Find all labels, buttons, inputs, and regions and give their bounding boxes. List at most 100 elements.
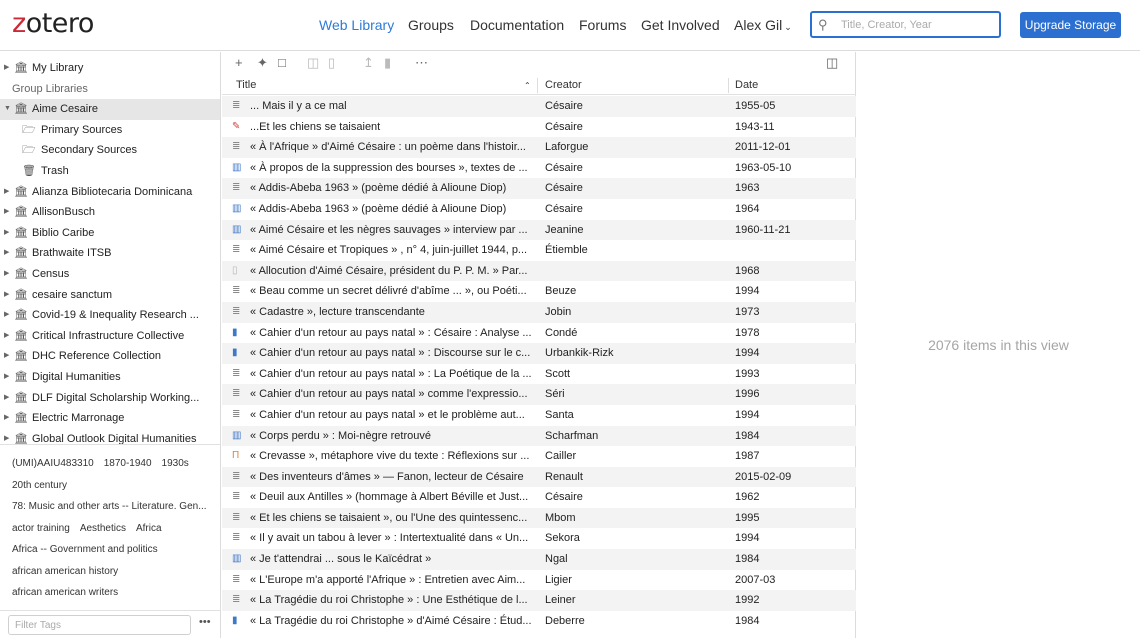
expand-arrow-icon[interactable]: ▶ bbox=[4, 243, 9, 264]
search-icon[interactable]: ⚲ bbox=[818, 17, 828, 33]
collection-group[interactable]: ▶ 🏛 Biblio Caribe bbox=[0, 223, 220, 244]
table-row[interactable]: ≣ « Beau comme un secret délivré d'abîme … bbox=[222, 281, 856, 302]
table-row[interactable]: ≣ « Cahier d'un retour au pays natal » co… bbox=[222, 384, 856, 405]
tag[interactable]: 20th century bbox=[12, 480, 67, 491]
collection-group[interactable]: ▶ 🏛 DLF Digital Scholarship Working... bbox=[0, 388, 220, 409]
column-divider[interactable] bbox=[537, 78, 538, 93]
expand-arrow-icon[interactable]: ▶ bbox=[4, 326, 9, 347]
column-picker-icon[interactable]: ◫ bbox=[826, 55, 838, 71]
table-row[interactable]: ≣ « Aimé Césaire et Tropiques » , n° 4, j… bbox=[222, 240, 856, 261]
tag[interactable]: actor training bbox=[12, 523, 70, 534]
table-row[interactable]: ▮ « Cahier d'un retour au pays natal » : … bbox=[222, 323, 856, 344]
new-note-icon[interactable]: □ bbox=[278, 55, 286, 70]
table-row[interactable]: ≣ « À l'Afrique » d'Aimé Césaire : un poè… bbox=[222, 137, 856, 158]
tag[interactable]: 1930s bbox=[162, 458, 189, 469]
collection-group[interactable]: ▶ 🏛 Digital Humanities bbox=[0, 367, 220, 388]
collection-tree[interactable]: ▶ 🏛 My Library Group Libraries ▼ 🏛 Aime … bbox=[0, 52, 220, 445]
tag[interactable]: (UMI)AAIU483310 bbox=[12, 458, 94, 469]
collection-group[interactable]: ▶ 🏛 DHC Reference Collection bbox=[0, 346, 220, 367]
column-date[interactable]: Date bbox=[735, 79, 758, 91]
expand-arrow-icon[interactable]: ▶ bbox=[4, 223, 9, 244]
table-row[interactable]: ≣ « Des inventeurs d'âmes » — Fanon, lect… bbox=[222, 466, 856, 488]
collection-group[interactable]: ▶ 🏛 Brathwaite ITSB bbox=[0, 243, 220, 264]
collection-group[interactable]: ▶ 🏛 Census bbox=[0, 264, 220, 285]
user-menu[interactable]: Alex Gil ⌄ bbox=[734, 17, 792, 33]
table-row[interactable]: ≣ « L'Europe m'a apporté l'Afrique » : En… bbox=[222, 570, 856, 591]
table-row[interactable]: ▥ « Corps perdu » : Moi-nègre retrouvé Sch… bbox=[222, 425, 856, 447]
table-row[interactable]: ≣ « Addis-Abeba 1963 » (poème dédié à Ali… bbox=[222, 178, 856, 199]
nav-web-library[interactable]: Web Library bbox=[319, 17, 394, 33]
upgrade-storage-button[interactable]: Upgrade Storage bbox=[1020, 12, 1121, 38]
library-bookshelf-icon[interactable]: ▮ bbox=[384, 55, 391, 71]
table-row[interactable]: ≣ « Et les chiens se taisaient », ou l'Un… bbox=[222, 507, 856, 529]
nav-get-involved[interactable]: Get Involved bbox=[641, 17, 720, 33]
table-row[interactable]: ▮ « Cahier d'un retour au pays natal » : … bbox=[222, 343, 856, 364]
export-icon[interactable]: ↥ bbox=[363, 55, 374, 71]
expand-arrow-icon[interactable]: ▶ bbox=[4, 388, 9, 409]
table-row[interactable]: ≣ « Deuil aux Antilles » (hommage à Alber… bbox=[222, 487, 856, 508]
table-row[interactable]: Π « Crevasse », métaphore vive du texte :… bbox=[222, 446, 856, 467]
table-row[interactable]: ≣ « La Tragédie du roi Christophe » : Une… bbox=[222, 590, 856, 611]
add-by-identifier-icon[interactable]: ✦ bbox=[257, 55, 268, 71]
expand-arrow-icon[interactable]: ▶ bbox=[4, 305, 9, 326]
column-creator[interactable]: Creator bbox=[545, 79, 582, 91]
new-item-icon[interactable]: + bbox=[235, 55, 243, 70]
expand-arrow-icon[interactable]: ▶ bbox=[4, 285, 9, 306]
collection-group[interactable]: ▶ 🏛 cesaire sanctum bbox=[0, 285, 220, 306]
expand-arrow-icon[interactable]: ▶ bbox=[4, 429, 9, 444]
more-actions-icon[interactable]: ⋯ bbox=[415, 55, 428, 71]
tag[interactable]: african american writers bbox=[12, 587, 118, 598]
column-title[interactable]: Title bbox=[236, 79, 256, 91]
collection-secondary-sources[interactable]: 🗁 Secondary Sources bbox=[0, 140, 220, 161]
table-row[interactable]: ✎ ...Et les chiens se taisaient Césaire 194… bbox=[222, 117, 856, 138]
filter-tags-input[interactable] bbox=[8, 615, 191, 635]
table-row[interactable]: ▥ « Addis-Abeba 1963 » (poème dédié à Ali… bbox=[222, 199, 856, 220]
collection-trash[interactable]: 🗑 Trash bbox=[0, 161, 220, 182]
add-to-collection-icon[interactable]: ◫ bbox=[307, 55, 319, 71]
column-divider[interactable] bbox=[728, 78, 729, 93]
sort-ascending-icon[interactable]: ⌃ bbox=[524, 81, 531, 90]
table-row[interactable]: ▥ « Aimé Césaire et les nègres sauvages »… bbox=[222, 219, 856, 241]
expand-arrow-icon[interactable]: ▶ bbox=[4, 182, 9, 203]
expand-arrow-icon[interactable]: ▶ bbox=[4, 367, 9, 388]
collection-my-library[interactable]: ▶ 🏛 My Library bbox=[0, 58, 220, 79]
collection-group[interactable]: ▶ 🏛 Alianza Bibliotecaria Dominicana bbox=[0, 182, 220, 203]
table-row[interactable]: ≣ « Cahier d'un retour au pays natal » et… bbox=[222, 405, 856, 426]
collection-group[interactable]: ▶ 🏛 AllisonBusch bbox=[0, 202, 220, 223]
items-list[interactable]: ≣ ... Mais il y a ce mal Césaire 1955-05 ✎..… bbox=[222, 96, 856, 638]
table-row[interactable]: ≣ « Cahier d'un retour au pays natal » : … bbox=[222, 364, 856, 385]
search-box[interactable]: ⚲ bbox=[810, 11, 1001, 38]
expand-arrow-icon[interactable]: ▶ bbox=[4, 58, 9, 79]
table-row[interactable]: ▯ « Allocution d'Aimé Césaire, président … bbox=[222, 260, 856, 282]
expand-arrow-icon[interactable]: ▶ bbox=[4, 346, 9, 367]
collapse-arrow-icon[interactable]: ▼ bbox=[4, 99, 11, 120]
collection-group[interactable]: ▶ 🏛 Global Outlook Digital Humanities bbox=[0, 429, 220, 444]
nav-groups[interactable]: Groups bbox=[408, 17, 454, 33]
expand-arrow-icon[interactable]: ▶ bbox=[4, 264, 9, 285]
collection-primary-sources[interactable]: 🗁 Primary Sources bbox=[0, 120, 220, 141]
table-row[interactable]: ≣ ... Mais il y a ce mal Césaire 1955-05 bbox=[222, 96, 856, 117]
table-row[interactable]: ≣ « Cadastre », lecture transcendante Jobi… bbox=[222, 301, 856, 323]
tag[interactable]: Africa bbox=[136, 523, 162, 534]
collection-group[interactable]: ▶ 🏛 Critical Infrastructure Collective bbox=[0, 326, 220, 347]
more-icon[interactable]: ••• bbox=[199, 616, 211, 628]
collection-aime-cesaire[interactable]: ▼ 🏛 Aime Cesaire bbox=[0, 99, 220, 120]
tag[interactable]: 1870-1940 bbox=[104, 458, 152, 469]
trash-icon[interactable]: ▯ bbox=[328, 55, 335, 71]
tag[interactable]: Africa -- Government and politics bbox=[12, 544, 158, 555]
nav-forums[interactable]: Forums bbox=[579, 17, 626, 33]
table-row[interactable]: ▥ « À propos de la suppression des bourse… bbox=[222, 158, 856, 179]
table-row[interactable]: ≣ « Il y avait un tabou à lever » : Inter… bbox=[222, 528, 856, 549]
tag[interactable]: african american history bbox=[12, 566, 118, 577]
table-row[interactable]: ▮ « La Tragédie du roi Christophe » d'Aim… bbox=[222, 611, 856, 632]
table-row[interactable]: ▥ « Je t'attendrai ... sous le Kaïcédrat … bbox=[222, 549, 856, 570]
tag[interactable]: 78: Music and other arts -- Literature. … bbox=[12, 501, 207, 512]
collection-group[interactable]: ▶ 🏛 Electric Marronage bbox=[0, 408, 220, 429]
tag[interactable]: Aesthetics bbox=[80, 523, 126, 534]
zotero-logo[interactable]: zotero bbox=[12, 8, 94, 39]
nav-documentation[interactable]: Documentation bbox=[470, 17, 564, 33]
expand-arrow-icon[interactable]: ▶ bbox=[4, 408, 9, 429]
expand-arrow-icon[interactable]: ▶ bbox=[4, 202, 9, 223]
collection-group[interactable]: ▶ 🏛 Covid-19 & Inequality Research ... bbox=[0, 305, 220, 326]
search-input[interactable] bbox=[841, 16, 996, 34]
